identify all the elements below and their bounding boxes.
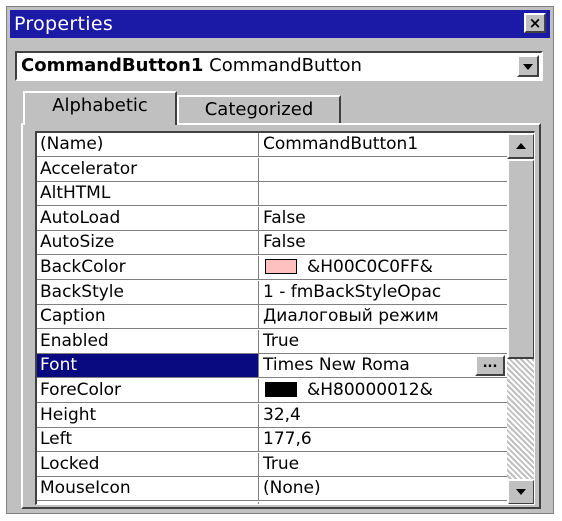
window-title: Properties xyxy=(14,13,114,35)
property-value[interactable]: 32,4 xyxy=(259,404,507,428)
property-name[interactable]: ForeColor xyxy=(37,379,259,403)
property-value[interactable]: False xyxy=(259,231,507,256)
property-row[interactable]: Height 32,4 xyxy=(37,403,507,428)
property-row[interactable]: MousePointer 0 - fmMousePointerD xyxy=(37,502,507,504)
property-row[interactable]: AltHTML xyxy=(37,182,507,207)
property-value[interactable]: &H00C0C0FF& xyxy=(259,256,507,280)
property-row[interactable]: ForeColor &H80000012& xyxy=(37,379,507,403)
property-value-text: &H00C0C0FF& xyxy=(307,257,433,277)
property-name[interactable]: BackStyle xyxy=(37,280,259,305)
property-value-text: Диалоговый режим xyxy=(263,306,439,327)
property-row[interactable]: (Name) CommandButton1 xyxy=(37,133,507,157)
property-row[interactable]: BackColor &H00C0C0FF& xyxy=(37,256,507,280)
property-value-text: 32,4 xyxy=(263,404,301,425)
color-swatch xyxy=(265,259,297,274)
property-value[interactable]: 1 - fmBackStyleOpac xyxy=(259,281,507,305)
property-name[interactable]: AltHTML xyxy=(37,182,259,207)
title-bar[interactable]: Properties × xyxy=(10,10,550,38)
property-row[interactable]: Left 177,6 xyxy=(37,428,507,453)
property-name[interactable]: Accelerator xyxy=(37,157,259,182)
property-value-text: CommandButton1 xyxy=(263,134,419,154)
property-name[interactable]: AutoSize xyxy=(37,231,259,256)
property-value[interactable]: Диалоговый режим xyxy=(259,305,507,330)
property-name[interactable]: Font xyxy=(37,354,259,379)
property-value[interactable]: (None) xyxy=(259,477,507,502)
scroll-thumb[interactable] xyxy=(507,159,534,359)
property-name[interactable]: Locked xyxy=(37,452,259,477)
property-row[interactable]: BackStyle 1 - fmBackStyleOpac xyxy=(37,280,507,305)
property-value[interactable] xyxy=(259,158,507,182)
close-button[interactable]: × xyxy=(524,13,546,33)
object-selector[interactable]: CommandButton1 CommandButton xyxy=(15,51,543,81)
scroll-up-button[interactable] xyxy=(507,133,534,159)
object-type: CommandButton xyxy=(209,55,362,76)
vertical-scrollbar[interactable] xyxy=(507,133,534,504)
property-value[interactable]: Times New Roma... xyxy=(259,354,507,379)
property-value-text: False xyxy=(263,232,306,253)
ellipsis-button[interactable]: ... xyxy=(475,355,505,377)
property-value-text: True xyxy=(263,330,300,351)
property-row[interactable]: MouseIcon (None) xyxy=(37,477,507,502)
tab-categorized-label: Categorized xyxy=(204,99,314,120)
property-name[interactable]: (Name) xyxy=(37,133,259,157)
tab-categorized[interactable]: Categorized xyxy=(177,95,341,125)
property-name[interactable]: MousePointer xyxy=(37,502,259,504)
property-value-text: False xyxy=(263,207,306,228)
property-value[interactable]: 0 - fmMousePointerD xyxy=(259,502,507,504)
property-value[interactable]: False xyxy=(259,207,507,231)
property-row[interactable]: Enabled True xyxy=(37,329,507,354)
property-value[interactable] xyxy=(259,182,507,207)
property-name[interactable]: Caption xyxy=(37,305,259,330)
property-grid: (Name) CommandButton1 Accelerator AltHTML Au… xyxy=(35,131,535,505)
property-value[interactable]: True xyxy=(259,330,507,354)
arrow-down-icon xyxy=(516,489,526,495)
tab-alphabetic[interactable]: Alphabetic xyxy=(23,91,177,125)
property-row[interactable]: Accelerator xyxy=(37,157,507,182)
chevron-down-icon xyxy=(523,64,533,70)
property-value-text: 177,6 xyxy=(263,429,312,450)
property-name[interactable]: MouseIcon xyxy=(37,477,259,502)
property-value-text: (None) xyxy=(263,478,321,499)
object-name: CommandButton1 xyxy=(21,55,204,76)
property-row[interactable]: Font Times New Roma... xyxy=(37,354,507,379)
property-name[interactable]: Enabled xyxy=(37,329,259,354)
property-name[interactable]: Left xyxy=(37,428,259,453)
tab-panel: (Name) CommandButton1 Accelerator AltHTML Au… xyxy=(21,123,541,509)
properties-window: Properties × CommandButton1 CommandButto… xyxy=(6,6,554,514)
property-value-text: &H80000012& xyxy=(307,380,433,400)
property-value[interactable]: True xyxy=(259,453,507,477)
tab-alphabetic-label: Alphabetic xyxy=(52,95,148,116)
property-name[interactable]: Height xyxy=(37,403,259,428)
property-row[interactable]: AutoSize False xyxy=(37,231,507,256)
property-row[interactable]: Locked True xyxy=(37,452,507,477)
property-row[interactable]: AutoLoad False xyxy=(37,206,507,231)
property-name[interactable]: BackColor xyxy=(37,256,259,280)
scroll-down-button[interactable] xyxy=(507,479,534,504)
property-value[interactable]: CommandButton1 xyxy=(259,133,507,157)
property-row[interactable]: Caption Диалоговый режим xyxy=(37,305,507,330)
property-name[interactable]: AutoLoad xyxy=(37,206,259,231)
color-swatch xyxy=(265,382,297,397)
property-value[interactable]: 177,6 xyxy=(259,428,507,453)
property-value[interactable]: &H80000012& xyxy=(259,379,507,403)
property-value-text: 0 - fmMousePointerD xyxy=(263,503,441,504)
close-icon: × xyxy=(528,14,542,32)
property-value-text: 1 - fmBackStyleOpac xyxy=(263,281,442,302)
property-value-text: True xyxy=(263,453,300,474)
arrow-up-icon xyxy=(516,143,526,149)
property-value-text: Times New Roma xyxy=(263,355,410,376)
object-selector-dropdown-button[interactable] xyxy=(517,55,539,77)
